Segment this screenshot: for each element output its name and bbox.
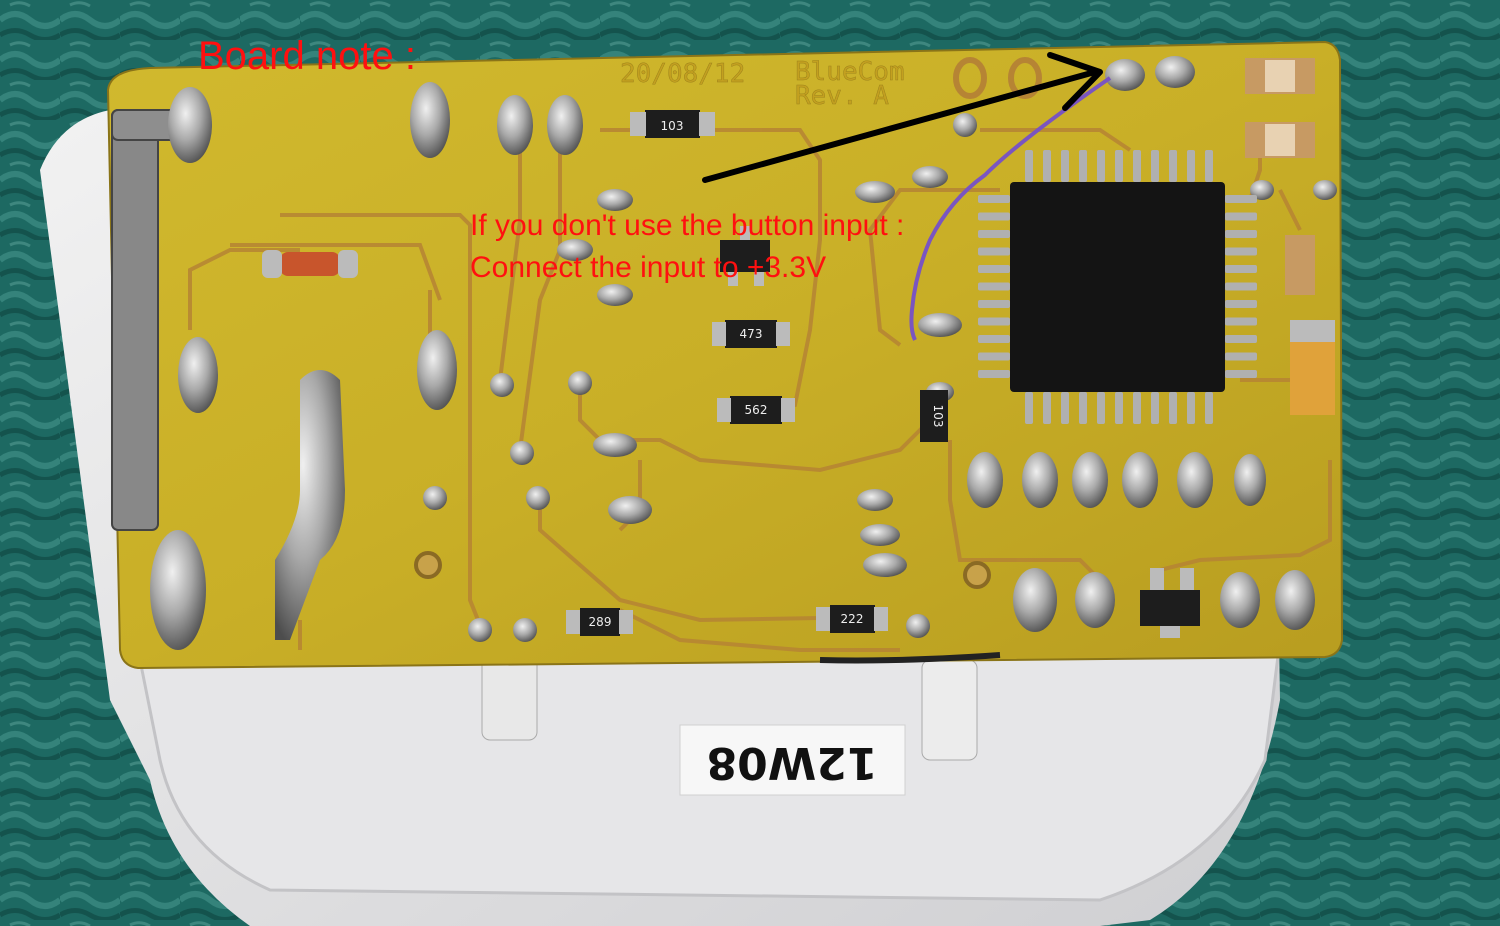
chip-pin xyxy=(1225,370,1257,378)
chip-pin xyxy=(1115,392,1123,424)
chip-pin xyxy=(1079,150,1087,182)
heatsink-strip xyxy=(111,109,159,531)
chip-pin xyxy=(1225,247,1257,256)
chip-pin xyxy=(1225,212,1257,221)
chip-pin xyxy=(978,317,1010,326)
smd-capacitor xyxy=(1285,235,1315,295)
chip-pin xyxy=(978,230,1010,238)
chip-pin xyxy=(978,370,1010,378)
chip-pin xyxy=(978,212,1010,221)
chip-pin xyxy=(978,247,1010,256)
smd-resistor: 103 xyxy=(920,390,948,442)
case-label-text: 12W08 xyxy=(707,737,878,788)
chip-pin xyxy=(978,300,1010,308)
chip-pin xyxy=(1225,265,1257,273)
board-note-title: Board note : xyxy=(198,34,416,78)
chip-pin xyxy=(1225,282,1257,291)
chip-pin xyxy=(1043,392,1051,424)
chip-pin xyxy=(1097,392,1105,424)
led-left xyxy=(481,654,538,741)
note-line-button-input: If you don't use the button input : xyxy=(470,209,905,242)
chip-pin xyxy=(1225,300,1257,308)
chip-pin xyxy=(978,282,1010,291)
note-line-connect: Connect the input to +3.3V xyxy=(470,251,827,284)
chip-pin xyxy=(1225,230,1257,238)
photo-scene: 12W08 20/08/12 BlueCom Rev. A 103 473 56… xyxy=(0,0,1500,926)
smd-resistor: 473 xyxy=(712,320,790,348)
chip-pin xyxy=(1097,150,1105,182)
chip-pin xyxy=(1225,195,1257,203)
smd-resistor: 222 xyxy=(816,605,888,633)
smd-resistor: 562 xyxy=(717,396,795,424)
chip-pin xyxy=(1133,150,1141,182)
smd-capacitor xyxy=(1245,58,1315,94)
chip-pin xyxy=(1079,392,1087,424)
chip-pin xyxy=(1187,150,1195,182)
svg-text:289: 289 xyxy=(589,615,612,629)
chip-pin xyxy=(978,335,1010,343)
chip-pin xyxy=(1151,392,1159,424)
chip-pin xyxy=(1151,150,1159,182)
smd-resistor: 289 xyxy=(566,608,633,636)
chip-pin xyxy=(1133,392,1141,424)
board-revision: Rev. A xyxy=(795,81,889,111)
chip-pin xyxy=(1025,150,1033,182)
diode xyxy=(262,250,358,278)
chip-pin xyxy=(1225,317,1257,326)
tantalum-capacitor xyxy=(1290,320,1335,415)
microcontroller-chip xyxy=(978,150,1257,424)
led-right xyxy=(921,659,978,761)
chip-pin xyxy=(1205,150,1213,182)
chip-pin xyxy=(978,352,1010,361)
svg-text:222: 222 xyxy=(841,612,864,626)
chip-pin xyxy=(978,195,1010,203)
chip-pin xyxy=(978,265,1010,273)
chip-pin xyxy=(1205,392,1213,424)
chip-pin xyxy=(1169,150,1177,182)
smd-resistor: 103 xyxy=(630,110,715,138)
smd-capacitor xyxy=(1245,122,1315,158)
svg-text:103: 103 xyxy=(661,119,684,133)
chip-pin xyxy=(1061,392,1069,424)
chip-pin xyxy=(1225,352,1257,361)
board-date: 20/08/12 xyxy=(620,59,745,89)
chip-pin xyxy=(1225,335,1257,343)
chip-pin xyxy=(1025,392,1033,424)
svg-text:562: 562 xyxy=(745,403,768,417)
svg-text:103: 103 xyxy=(931,405,945,428)
chip-pin xyxy=(1187,392,1195,424)
chip-pin xyxy=(1115,150,1123,182)
chip-pin xyxy=(1061,150,1069,182)
chip-pin xyxy=(1169,392,1177,424)
svg-text:473: 473 xyxy=(740,327,763,341)
chip-pin xyxy=(1043,150,1051,182)
